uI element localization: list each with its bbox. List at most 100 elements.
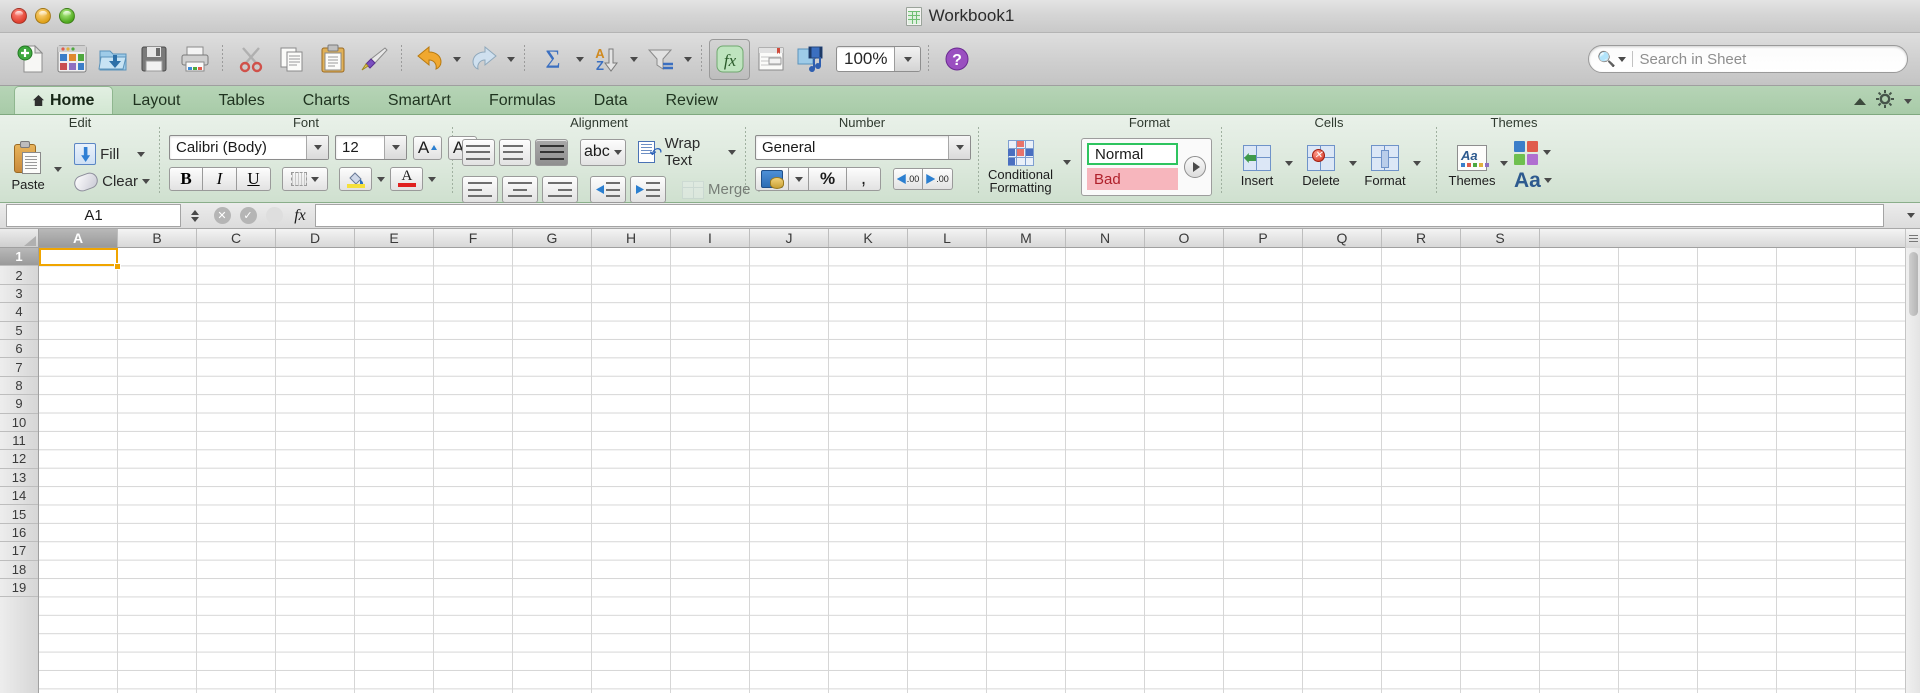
paintbrush-icon[interactable] [353, 39, 394, 80]
insert-cells-button[interactable]: Insert [1231, 143, 1283, 190]
printer-icon[interactable] [174, 39, 215, 80]
format-dropdown-arrow-icon[interactable] [1413, 161, 1421, 166]
search-box[interactable]: 🔍 [1588, 45, 1908, 73]
cancel-x-icon[interactable]: ✕ [209, 203, 235, 228]
collapse-ribbon-chevron-icon[interactable] [1854, 98, 1866, 105]
font-size-dropdown-arrow-icon[interactable] [384, 136, 406, 159]
column-header-G[interactable]: G [513, 229, 592, 247]
paste-button[interactable]: Paste [10, 139, 46, 194]
formula-bar-expand-arrow-icon[interactable] [1902, 203, 1920, 228]
formula-builder-icon[interactable] [261, 203, 287, 228]
template-gallery-icon[interactable] [51, 39, 92, 80]
row-header-1[interactable]: 1 [0, 248, 38, 267]
row-header-17[interactable]: 17 [0, 542, 38, 561]
align-left-button[interactable] [462, 176, 498, 203]
align-center-button[interactable] [502, 176, 538, 203]
undo-arrow-icon[interactable] [409, 39, 450, 80]
fill-button[interactable]: Fill [74, 143, 150, 165]
row-header-14[interactable]: 14 [0, 487, 38, 506]
column-header-R[interactable]: R [1382, 229, 1461, 247]
filter-dropdown-arrow-icon[interactable] [681, 39, 694, 80]
row-header-6[interactable]: 6 [0, 340, 38, 359]
align-top-button[interactable] [462, 138, 495, 166]
undo-dropdown-arrow-icon[interactable] [450, 39, 463, 80]
format-cells-button[interactable]: Format [1359, 143, 1411, 190]
column-header-F[interactable]: F [434, 229, 513, 247]
new-document-icon[interactable] [10, 39, 51, 80]
borders-button[interactable] [282, 167, 328, 191]
italic-button[interactable]: I [203, 167, 237, 191]
accept-check-icon[interactable]: ✓ [235, 203, 261, 228]
minimize-window-button[interactable] [35, 8, 51, 24]
fx-icon[interactable]: fx [287, 203, 313, 228]
delete-cells-button[interactable]: ✕ Delete [1295, 143, 1347, 190]
zoom-dropdown-arrow-icon[interactable] [894, 47, 921, 71]
column-header-N[interactable]: N [1066, 229, 1145, 247]
theme-fonts-button[interactable]: Aa [1514, 169, 1552, 193]
font-size-field[interactable]: 12 [335, 135, 407, 160]
column-header-S[interactable]: S [1461, 229, 1540, 247]
delete-dropdown-arrow-icon[interactable] [1349, 161, 1357, 166]
paste-dropdown-arrow-icon[interactable] [54, 167, 63, 172]
cell-area[interactable] [39, 248, 1920, 693]
number-format-field[interactable]: General [755, 135, 971, 160]
ribbon-settings-gear-icon[interactable] [1876, 90, 1894, 113]
open-folder-icon[interactable] [92, 39, 133, 80]
formula-input[interactable] [315, 204, 1884, 227]
sigma-icon[interactable]: Σ [532, 39, 573, 80]
help-question-icon[interactable]: ? [936, 39, 977, 80]
conditional-formatting-button[interactable]: Conditional Formatting [988, 138, 1053, 196]
media-browser-icon[interactable] [791, 39, 832, 80]
increase-indent-button[interactable] [630, 176, 666, 203]
wrap-text-dropdown-arrow-icon[interactable] [728, 149, 736, 155]
row-header-18[interactable]: 18 [0, 561, 38, 580]
fill-handle[interactable] [114, 263, 121, 270]
column-header-C[interactable]: C [197, 229, 276, 247]
themes-dropdown-arrow-icon[interactable] [1500, 161, 1508, 166]
row-header-3[interactable]: 3 [0, 285, 38, 304]
sort-az-icon[interactable]: AZ [586, 39, 627, 80]
row-header-5[interactable]: 5 [0, 322, 38, 340]
column-header-O[interactable]: O [1145, 229, 1224, 247]
column-header-P[interactable]: P [1224, 229, 1303, 247]
row-header-4[interactable]: 4 [0, 303, 38, 322]
wrap-text-button[interactable]: ↶ Wrap Text [637, 135, 736, 169]
column-header-L[interactable]: L [908, 229, 987, 247]
redo-arrow-icon[interactable] [463, 39, 504, 80]
tab-formulas[interactable]: Formulas [470, 86, 575, 114]
percent-format-button[interactable]: % [809, 167, 847, 191]
row-header-13[interactable]: 13 [0, 469, 38, 488]
clear-button[interactable]: Clear [72, 169, 150, 194]
font-color-dropdown-arrow-icon[interactable] [428, 176, 436, 182]
column-header-H[interactable]: H [592, 229, 671, 247]
underline-button[interactable]: U [237, 167, 271, 191]
insert-dropdown-arrow-icon[interactable] [1285, 161, 1293, 166]
sort-dropdown-arrow-icon[interactable] [627, 39, 640, 80]
grow-font-button[interactable]: A [413, 135, 442, 160]
zoom-control[interactable]: 100% [836, 46, 922, 72]
search-input[interactable] [1639, 50, 1899, 68]
row-header-19[interactable]: 19 [0, 579, 38, 598]
tab-home[interactable]: Home [14, 86, 114, 114]
toolbox-icon[interactable] [750, 39, 791, 80]
row-header-10[interactable]: 10 [0, 414, 38, 432]
currency-format-button[interactable] [755, 167, 789, 191]
column-header-J[interactable]: J [750, 229, 829, 247]
floppy-save-icon[interactable] [133, 39, 174, 80]
theme-colors-button[interactable] [1514, 140, 1552, 165]
row-header-16[interactable]: 16 [0, 524, 38, 543]
align-bottom-button[interactable] [535, 138, 569, 166]
conditional-formatting-dropdown-arrow-icon[interactable] [1063, 160, 1072, 165]
redo-dropdown-arrow-icon[interactable] [504, 39, 517, 80]
funnel-icon[interactable] [640, 39, 681, 80]
themes-button[interactable]: Aa Themes [1446, 143, 1498, 190]
style-normal[interactable]: Normal [1087, 143, 1178, 165]
selected-cell[interactable] [39, 248, 118, 267]
fill-color-button[interactable] [339, 167, 372, 191]
vertical-scrollbar-thumb[interactable] [1909, 252, 1918, 316]
styles-more-button[interactable] [1184, 155, 1206, 178]
column-header-B[interactable]: B [118, 229, 197, 247]
row-header-12[interactable]: 12 [0, 450, 38, 469]
column-header-I[interactable]: I [671, 229, 750, 247]
tab-smartart[interactable]: SmartArt [369, 86, 470, 114]
